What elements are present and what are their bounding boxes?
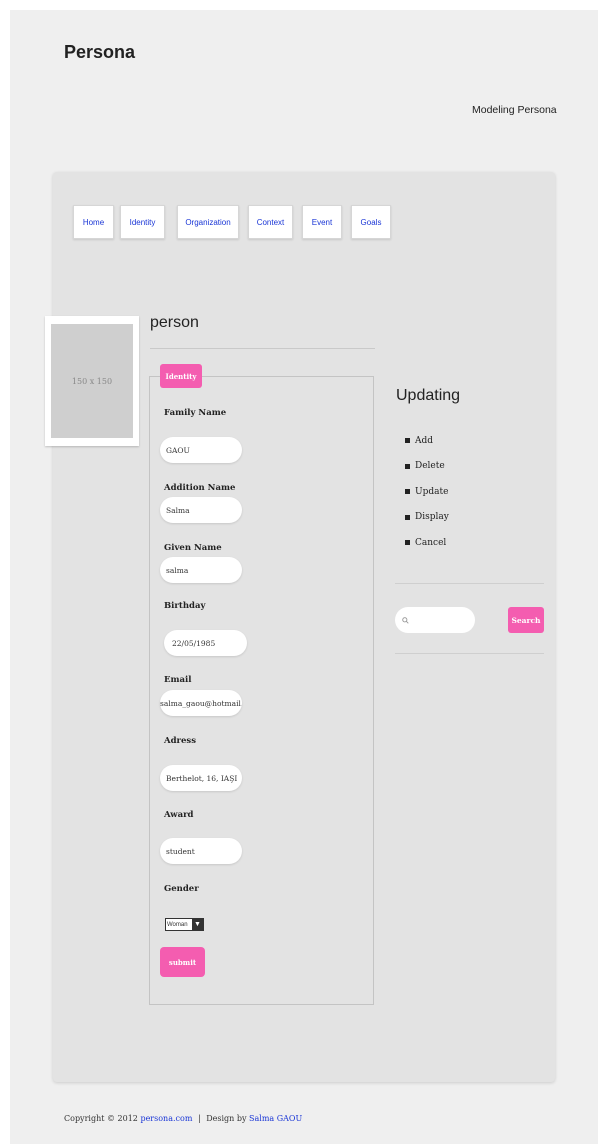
gender-label: Gender	[164, 884, 199, 894]
site-tagline: Modeling Persona	[472, 104, 557, 116]
bullet-icon	[405, 463, 410, 469]
bullet-icon	[405, 438, 410, 444]
sidebar-item-label: Delete	[415, 461, 445, 472]
chevron-down-icon: ▼	[192, 919, 203, 930]
sidebar-item-label: Cancel	[415, 537, 447, 548]
search-input[interactable]	[395, 607, 475, 633]
nav-context[interactable]: Context	[248, 205, 293, 239]
email-label: Email	[164, 675, 192, 685]
footer-separator: |	[197, 1114, 201, 1123]
bullet-icon	[405, 514, 410, 520]
footer-copyright: Copyright © 2012	[64, 1114, 138, 1123]
sidebar-item-cancel[interactable]: Cancel	[405, 530, 449, 556]
nav-event[interactable]: Event	[302, 205, 342, 239]
search-button[interactable]: Search	[508, 607, 544, 633]
addition-name-label: Addition Name	[164, 483, 236, 493]
family-name-input[interactable]: GAOU	[160, 437, 242, 463]
address-input[interactable]: Berthelot, 16, IAŞI	[160, 765, 242, 791]
avatar-frame: 150 x 150	[45, 316, 139, 446]
nav-goals[interactable]: Goals	[351, 205, 391, 239]
given-name-label: Given Name	[164, 543, 222, 553]
email-input[interactable]: salma_gaou@hotmail.fr	[160, 690, 242, 716]
sidebar-item-update[interactable]: Update	[405, 479, 449, 505]
given-name-input[interactable]: salma	[160, 557, 242, 583]
submit-button[interactable]: submit	[160, 947, 205, 977]
family-name-label: Family Name	[164, 408, 227, 418]
bullet-icon	[405, 489, 410, 495]
section-title: person	[150, 314, 199, 331]
divider	[395, 583, 544, 584]
nav-identity[interactable]: Identity	[120, 205, 165, 239]
nav-organization[interactable]: Organization	[177, 205, 239, 239]
divider	[150, 348, 375, 349]
address-label: Adress	[164, 736, 196, 746]
award-input[interactable]: student	[160, 838, 242, 864]
sidebar-item-label: Add	[415, 435, 434, 446]
gender-selected-value: Woman	[167, 921, 188, 928]
sidebar-item-add[interactable]: Add	[405, 428, 449, 454]
sidebar-item-label: Display	[415, 512, 449, 523]
sidebar-item-display[interactable]: Display	[405, 505, 449, 531]
sidebar-title: Updating	[396, 387, 461, 404]
award-label: Award	[164, 810, 194, 820]
footer: Copyright © 2012 persona.com | Design by…	[64, 1114, 302, 1123]
sidebar-item-label: Update	[415, 486, 449, 497]
footer-design-by: Design by	[206, 1114, 247, 1123]
footer-author-link[interactable]: Salma GAOU	[249, 1114, 302, 1123]
sidebar-menu: Add Delete Update Display Cancel	[405, 428, 449, 556]
search-icon	[402, 616, 409, 624]
footer-site-link[interactable]: persona.com	[140, 1114, 192, 1123]
birthday-label: Birthday	[164, 601, 206, 611]
avatar-placeholder: 150 x 150	[51, 324, 133, 438]
divider	[395, 653, 544, 654]
site-title: Persona	[64, 42, 136, 62]
bullet-icon	[405, 540, 410, 546]
addition-name-input[interactable]: Salma	[160, 497, 242, 523]
fieldset-legend: Identity	[160, 364, 202, 388]
birthday-input[interactable]: 22/05/1985	[164, 630, 247, 656]
nav-home[interactable]: Home	[73, 205, 114, 239]
sidebar-item-delete[interactable]: Delete	[405, 454, 449, 480]
gender-select[interactable]: Woman ▼	[165, 918, 204, 931]
